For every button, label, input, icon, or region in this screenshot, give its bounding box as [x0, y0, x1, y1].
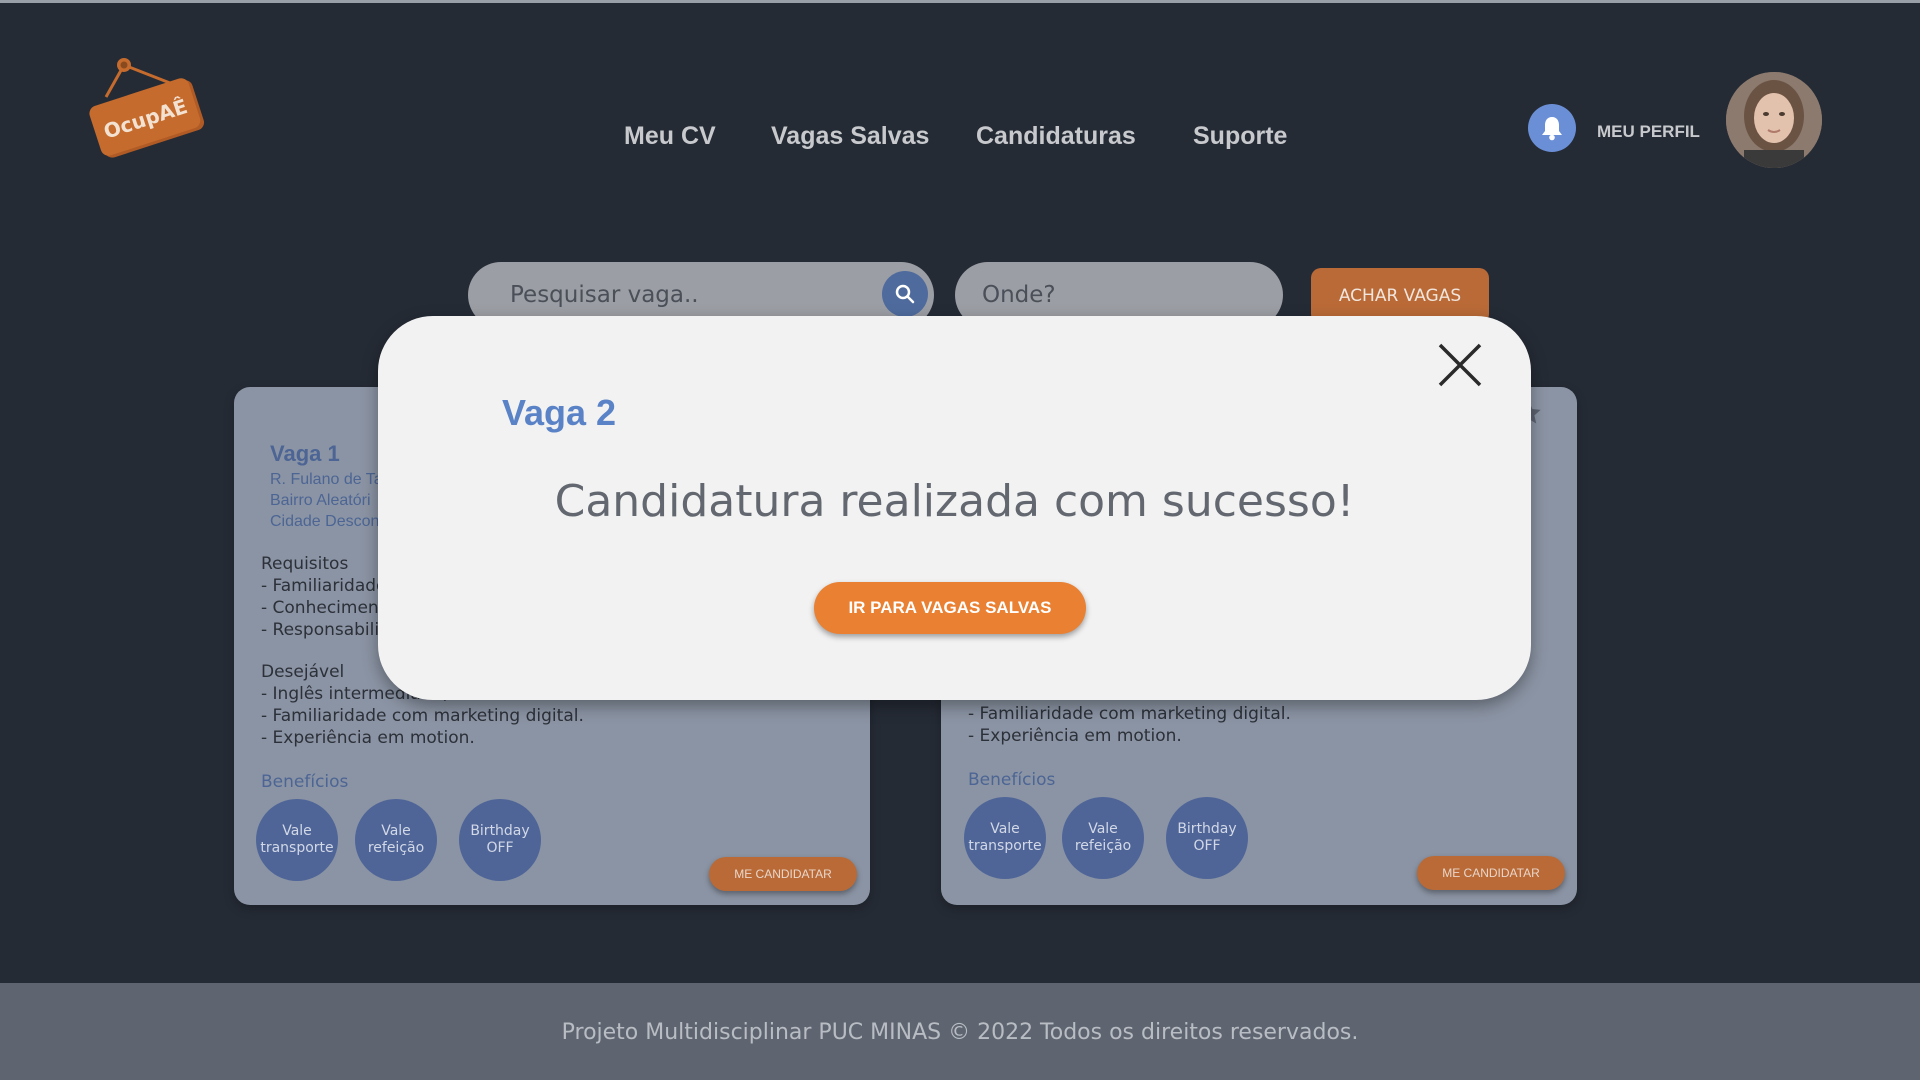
benefits-title: Benefícios — [968, 770, 1056, 790]
nav-meu-cv[interactable]: Meu CV — [624, 122, 716, 151]
apply-button[interactable]: ME CANDIDATAR — [709, 857, 857, 891]
modal-job-title: Vaga 2 — [502, 392, 617, 433]
benefit-badge: Vale transporte — [964, 797, 1046, 879]
benefit-badge: Vale refeição — [355, 799, 437, 881]
notifications-button[interactable] — [1528, 104, 1576, 152]
benefits-title: Benefícios — [261, 772, 349, 792]
nav-suporte[interactable]: Suporte — [1193, 122, 1287, 151]
benefit-badge: Birthday OFF — [1166, 797, 1248, 879]
search-button[interactable] — [882, 271, 928, 317]
top-border — [0, 0, 1920, 3]
location-placeholder: Onde? — [982, 282, 1056, 308]
avatar[interactable] — [1726, 72, 1822, 168]
modal-message: Candidatura realizada com sucesso! — [554, 476, 1355, 527]
requirements-section: Requisitos - Familiaridade - Conheciment… — [261, 554, 396, 640]
go-to-saved-jobs-button[interactable]: IR PARA VAGAS SALVAS — [814, 582, 1086, 634]
footer: Projeto Multidisciplinar PUC MINAS © 202… — [0, 983, 1920, 1080]
job-title[interactable]: Vaga 1 — [270, 441, 340, 467]
close-icon[interactable] — [1436, 341, 1484, 389]
benefit-badge: Birthday OFF — [459, 799, 541, 881]
desired-section: - Familiaridade com marketing digital. -… — [968, 704, 1291, 746]
footer-text: Projeto Multidisciplinar PUC MINAS © 202… — [561, 1020, 1359, 1045]
job-address: R. Fulano de Ta Bairro Aleatóri Cidade D… — [270, 471, 383, 530]
bell-icon — [1542, 117, 1562, 141]
benefit-badge: Vale transporte — [256, 799, 338, 881]
nav-vagas-salvas[interactable]: Vagas Salvas — [771, 122, 929, 151]
my-profile-link[interactable]: MEU PERFIL — [1597, 122, 1700, 142]
success-modal: Vaga 2 Candidatura realizada com sucesso… — [378, 316, 1531, 700]
benefit-badge: Vale refeição — [1062, 797, 1144, 879]
nav-candidaturas[interactable]: Candidaturas — [976, 122, 1136, 151]
apply-button[interactable]: ME CANDIDATAR — [1417, 856, 1565, 890]
search-icon — [895, 284, 915, 304]
job-search-placeholder: Pesquisar vaga.. — [510, 282, 699, 308]
